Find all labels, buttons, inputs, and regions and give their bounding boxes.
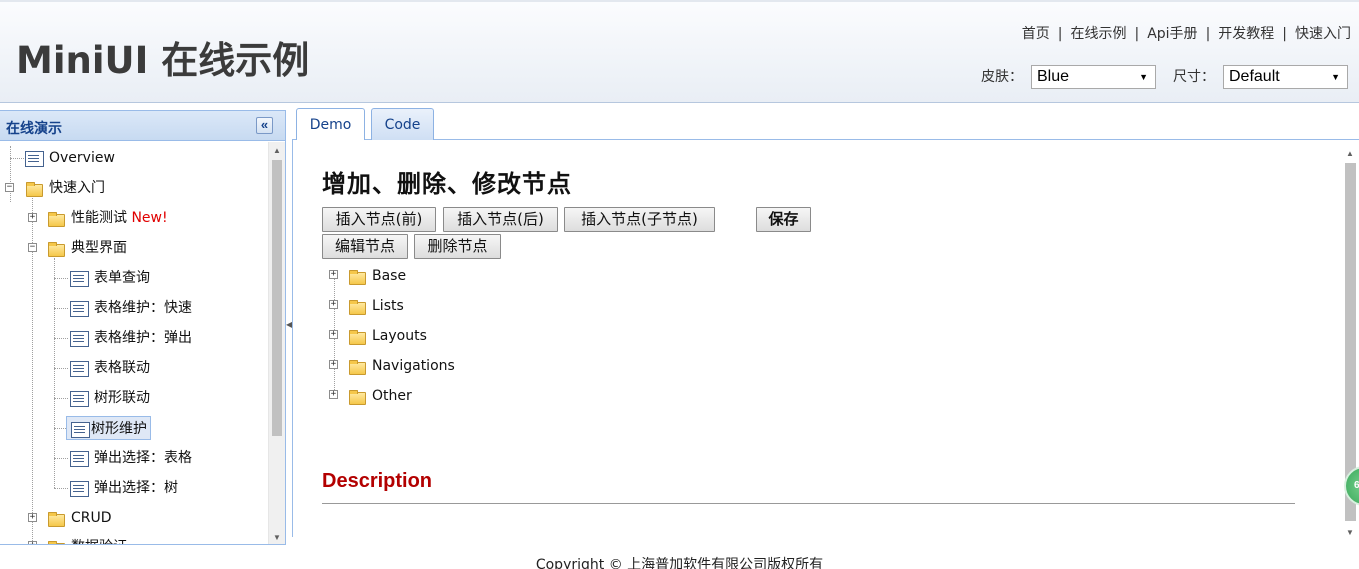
new-badge: New! (131, 210, 168, 226)
panel-header: 在线演示 « (0, 111, 285, 141)
demo-title: 增加、删除、修改节点 (322, 169, 572, 198)
tree-node-crud[interactable]: CRUD (47, 506, 116, 530)
nav-separator: | (1057, 26, 1063, 42)
expand-toggle-icon[interactable]: + (28, 513, 37, 522)
page-icon (70, 390, 89, 407)
tree-node-tree-maintain[interactable]: 树形维护 (66, 416, 151, 440)
expand-toggle-icon[interactable]: + (28, 541, 37, 544)
expand-toggle-icon[interactable]: + (329, 360, 338, 369)
tree-scrollbar[interactable]: ▲ ▼ (268, 142, 285, 544)
app-title: MiniUI 在线示例 (16, 39, 310, 82)
skin-select[interactable]: Blue ▼ (1031, 65, 1156, 89)
tab-code[interactable]: Code (371, 108, 434, 140)
demo-tree-node-other[interactable]: Other (348, 384, 416, 408)
folder-open-icon (25, 180, 43, 197)
tree-node-validation[interactable]: 数据验证 (47, 535, 131, 544)
scrollbar-thumb[interactable] (272, 160, 282, 436)
nav-separator: | (1134, 26, 1140, 42)
scroll-down-icon[interactable]: ▼ (273, 533, 281, 542)
folder-icon (348, 388, 366, 405)
folder-icon (348, 358, 366, 375)
nav-home[interactable]: 首页 (1022, 26, 1050, 42)
collapse-panel-button[interactable]: « (256, 117, 273, 134)
demo-tree-node-base[interactable]: Base (348, 264, 410, 288)
tab-strip: Demo Code (292, 107, 1359, 141)
folder-icon (348, 298, 366, 315)
navigation-panel: 在线演示 « Overview − 快速入门 + 性能测试 New! − 典型界… (0, 110, 286, 545)
demo-tree-node-lists[interactable]: Lists (348, 294, 408, 318)
page-icon (70, 330, 89, 347)
size-select[interactable]: Default ▼ (1223, 65, 1348, 89)
size-select-value: Default (1229, 68, 1280, 85)
tree-node-tree-linkage[interactable]: 树形联动 (70, 386, 154, 410)
demo-tree-node-layouts[interactable]: Layouts (348, 324, 431, 348)
page-icon (70, 480, 89, 497)
page-icon (70, 360, 89, 377)
nav-dev-tutorial[interactable]: 开发教程 (1218, 26, 1274, 42)
tree-node-typical-ui[interactable]: 典型界面 (47, 236, 131, 260)
save-button[interactable]: 保存 (756, 207, 811, 232)
top-navigation: 首页 | 在线示例 | Api手册 | 开发教程 | 快速入门 (1022, 23, 1351, 43)
chevron-down-icon: ▼ (1139, 72, 1148, 82)
description-heading: Description (322, 470, 433, 492)
size-label: 尺寸： (1173, 69, 1215, 85)
page-icon (70, 270, 89, 287)
chevron-down-icon: ▼ (1331, 72, 1340, 82)
expand-toggle-icon[interactable]: + (329, 270, 338, 279)
page-header: MiniUI 在线示例 首页 | 在线示例 | Api手册 | 开发教程 | 快速入门 皮肤： … (0, 0, 1359, 103)
nav-separator: | (1205, 26, 1211, 42)
demo-tree: Overview − 快速入门 + 性能测试 New! − 典型界面 表单查询 … (0, 142, 268, 544)
nav-separator: | (1282, 26, 1287, 42)
footer-copyright: Copyright © 上海普加软件有限公司版权所有 (535, 557, 824, 569)
page-icon (70, 450, 89, 467)
tree-node-popup-tree[interactable]: 弹出选择：树 (70, 476, 182, 500)
page-icon (25, 150, 44, 167)
edit-node-button[interactable]: 编辑节点 (322, 234, 408, 259)
tab-demo[interactable]: Demo (296, 108, 365, 141)
nav-online-demo[interactable]: 在线示例 (1070, 26, 1126, 42)
nav-api-manual[interactable]: Api手册 (1147, 26, 1197, 42)
tree-node-overview[interactable]: Overview (25, 146, 119, 170)
expand-toggle-icon[interactable]: + (28, 213, 37, 222)
folder-icon (47, 510, 65, 527)
scroll-up-icon[interactable]: ▲ (1346, 149, 1354, 158)
insert-before-button[interactable]: 插入节点(前) (322, 207, 436, 232)
expand-toggle-icon[interactable]: + (329, 390, 338, 399)
scroll-down-icon[interactable]: ▼ (1346, 528, 1354, 537)
page-icon (70, 300, 89, 317)
skin-label: 皮肤： (981, 69, 1023, 85)
insert-after-button[interactable]: 插入节点(后) (443, 207, 558, 232)
skin-select-value: Blue (1037, 68, 1070, 85)
tree-node-grid-popup[interactable]: 表格维护：弹出 (70, 326, 196, 350)
divider (322, 503, 1295, 504)
demo-content: 增加、删除、修改节点 插入节点(前) 插入节点(后) 插入节点(子节点) 保存 … (292, 140, 1359, 537)
tree-node-popup-grid[interactable]: 弹出选择：表格 (70, 446, 196, 470)
panel-title: 在线演示 (6, 121, 62, 137)
tree-node-grid-quick[interactable]: 表格维护：快速 (70, 296, 196, 320)
nav-quick-start[interactable]: 快速入门 (1295, 26, 1351, 42)
expand-toggle-icon[interactable]: + (329, 330, 338, 339)
page-icon (71, 421, 90, 438)
demo-tree-node-navigations[interactable]: Navigations (348, 354, 459, 378)
folder-icon (47, 539, 65, 544)
folder-open-icon (47, 240, 65, 257)
insert-child-button[interactable]: 插入节点(子节点) (564, 207, 715, 232)
folder-icon (348, 328, 366, 345)
collapse-toggle-icon[interactable]: − (5, 183, 14, 192)
collapse-toggle-icon[interactable]: − (28, 243, 37, 252)
tree-node-grid-linkage[interactable]: 表格联动 (70, 356, 154, 380)
folder-icon (348, 268, 366, 285)
expand-toggle-icon[interactable]: + (329, 300, 338, 309)
folder-icon (47, 210, 65, 227)
scroll-up-icon[interactable]: ▲ (273, 146, 281, 155)
tree-node-performance-test[interactable]: 性能测试 New! (47, 206, 172, 230)
tree-node-form-query[interactable]: 表单查询 (70, 266, 154, 290)
tree-node-quick-start[interactable]: 快速入门 (25, 176, 109, 200)
delete-node-button[interactable]: 删除节点 (414, 234, 501, 259)
